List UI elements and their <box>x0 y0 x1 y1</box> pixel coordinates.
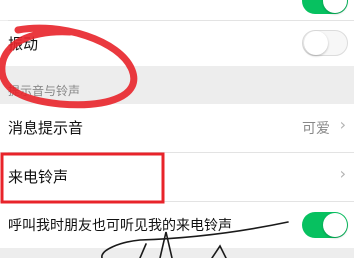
friend-hear-ringtone-label: 呼叫我时朋友也可听见我的来电铃声 <box>8 218 232 234</box>
friend-hear-ringtone-toggle[interactable] <box>302 212 348 238</box>
ringtone-label: 来电铃声 <box>8 168 69 186</box>
vibrate-label: 振动 <box>8 35 39 53</box>
settings-row-friend-hear-ringtone[interactable]: 呼叫我时朋友也可听见我的来电铃声 <box>0 202 354 248</box>
top-partial-toggle[interactable] <box>302 0 348 14</box>
section-header: 提示音与铃声 <box>8 84 81 98</box>
settings-row-message-tone[interactable]: 消息提示音 可爱 › <box>0 104 354 152</box>
settings-row-top-partial[interactable] <box>0 0 354 20</box>
toggle-knob <box>323 0 347 13</box>
chevron-right-icon: › <box>339 115 346 134</box>
message-tone-label: 消息提示音 <box>8 119 84 137</box>
settings-screen: 振动 提示音与铃声 消息提示音 可爱 › 来电铃声 › 呼叫我时朋友也可听见我的… <box>0 0 354 258</box>
settings-row-vibrate[interactable]: 振动 <box>0 21 354 66</box>
settings-row-ringtone[interactable]: 来电铃声 › <box>0 153 354 201</box>
message-tone-value: 可爱 <box>302 121 330 137</box>
chevron-right-icon: › <box>339 164 346 183</box>
toggle-knob <box>304 31 328 55</box>
vibrate-toggle[interactable] <box>302 30 348 56</box>
toggle-knob <box>323 213 347 237</box>
